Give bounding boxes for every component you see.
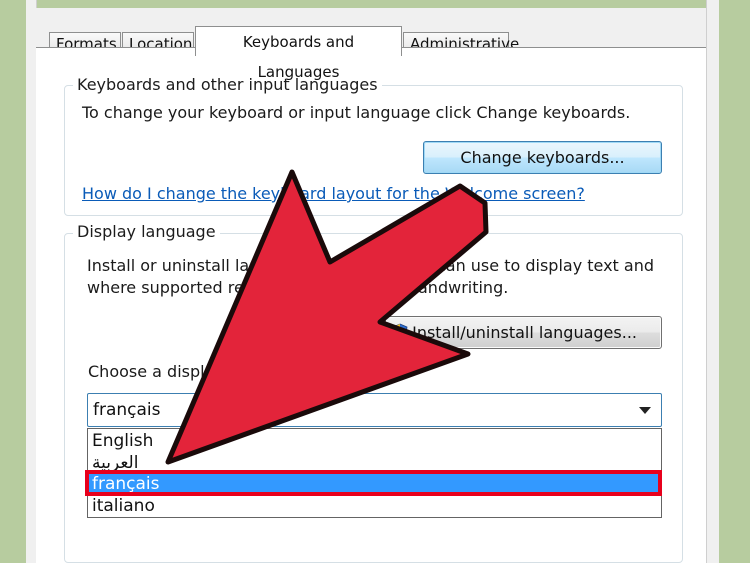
- install-button-label: Install/uninstall languages...: [412, 323, 637, 342]
- install-uninstall-languages-button[interactable]: Install/uninstall languages...: [385, 316, 662, 349]
- uac-shield-icon: [392, 323, 408, 341]
- language-option-english[interactable]: English: [92, 430, 153, 452]
- display-description-line1: Install or uninstall languages that Wind…: [87, 256, 655, 275]
- display-language-select[interactable]: français: [87, 393, 662, 427]
- display-language-selected-value: français: [93, 400, 161, 420]
- selection-highlight-box: [85, 470, 662, 496]
- choose-display-language-label: Choose a display language:: [88, 362, 309, 381]
- tab-bar: Formats Location Keyboards and Languages…: [36, 8, 706, 81]
- keyboard-help-link[interactable]: How do I change the keyboard layout for …: [82, 184, 585, 203]
- tab-keyboards-and-languages[interactable]: Keyboards and Languages: [195, 26, 402, 81]
- display-description-line2: where supported recognize speech and han…: [87, 278, 509, 297]
- language-option-italiano[interactable]: italiano: [92, 495, 155, 517]
- chevron-down-icon[interactable]: [637, 402, 653, 418]
- display-language-group-title: Display language: [73, 222, 220, 241]
- change-keyboards-button[interactable]: Change keyboards...: [423, 141, 662, 174]
- window-right-edge: [706, 0, 719, 563]
- keyboards-description: To change your keyboard or input languag…: [82, 103, 631, 122]
